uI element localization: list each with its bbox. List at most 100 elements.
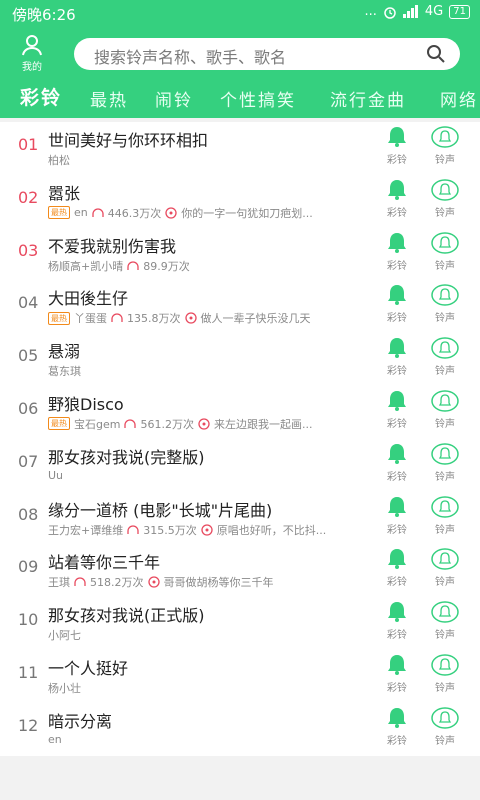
cailing-label: 彩铃 (387, 207, 407, 219)
status-icons: ... 4G 71 (364, 4, 470, 19)
ringtone-label: 铃声 (435, 524, 455, 536)
song-row[interactable]: 07 那女孩对我说(完整版) Uu 彩铃 铃声 (0, 439, 480, 492)
song-row[interactable]: 01 世间美好与你环环相扣 柏松 彩铃 铃声 (0, 122, 480, 175)
headphones-icon (127, 525, 139, 534)
set-cailing-button[interactable]: 彩铃 (380, 654, 414, 694)
search-icon[interactable] (426, 44, 446, 64)
rank-number: 10 (18, 610, 39, 630)
signal-dots: ... (364, 4, 377, 19)
set-ringtone-button[interactable]: 铃声 (428, 495, 462, 536)
ringtone-icon (430, 495, 460, 521)
rank-number: 07 (18, 451, 39, 471)
set-cailing-button[interactable]: 彩铃 (380, 232, 414, 272)
cailing-label: 彩铃 (387, 682, 407, 694)
song-row[interactable]: 03 不爱我就别伤害我 杨顺高+凯小晴 89.9万次 彩铃 铃声 (0, 228, 480, 281)
tab-popular[interactable]: 流行金曲 (330, 86, 406, 111)
artist-name: 杨顺高+凯小晴 (48, 259, 124, 273)
set-ringtone-button[interactable]: 铃声 (428, 390, 462, 430)
play-count: 315.5万次 (143, 523, 197, 537)
song-meta: 杨小壮 (48, 680, 360, 696)
ringtone-label: 铃声 (435, 260, 455, 272)
song-title: 一个人挺好 (48, 658, 129, 678)
set-ringtone-button[interactable]: 铃声 (428, 654, 462, 694)
rank-number: 11 (18, 662, 39, 682)
artist-name: 葛东琪 (48, 365, 81, 379)
app-header: 我的 搜索铃声名称、歌手、歌名 彩铃 最热 闹铃 个性搞笑 流行金曲 网络 (0, 26, 480, 118)
status-bar: 傍晚6:26 ... 4G 71 (0, 0, 480, 26)
song-row[interactable]: 12 暗示分离 en 彩铃 铃声 (0, 703, 480, 756)
headphones-icon (111, 313, 123, 323)
set-ringtone-button[interactable]: 铃声 (428, 601, 462, 641)
song-title: 站着等你三千年 (48, 553, 161, 573)
set-ringtone-button[interactable]: 铃声 (428, 231, 462, 272)
ringtone-label: 铃声 (435, 471, 455, 483)
headphones-icon (92, 208, 104, 217)
set-cailing-button[interactable]: 彩铃 (380, 126, 414, 166)
song-row[interactable]: 04 大田後生仔 最热 丫蛋蛋 135.8万次 做人一辈子快乐没几天 彩铃 铃声 (0, 280, 480, 333)
song-meta: 葛东琪 (48, 363, 360, 379)
song-meta: 王琪 518.2万次 哥哥做胡杨等你三千年 (48, 574, 360, 590)
artist-name: 小阿七 (48, 629, 81, 643)
set-cailing-button[interactable]: 彩铃 (380, 284, 414, 324)
search-bar[interactable]: 搜索铃声名称、歌手、歌名 (74, 38, 460, 70)
comment-icon (165, 207, 177, 219)
song-row[interactable]: 08 缘分一道桥 (电影"长城"片尾曲) 王力宏+谭维维 315.5万次 原唱也好听… (0, 492, 480, 545)
set-cailing-button[interactable]: 彩铃 (380, 707, 414, 747)
song-row[interactable]: 05 悬溺 葛东琪 彩铃 铃声 (0, 333, 480, 386)
set-cailing-button[interactable]: 彩铃 (380, 548, 414, 588)
song-row[interactable]: 09 站着等你三千年 王琪 518.2万次 哥哥做胡杨等你三千年 彩铃 铃声 (0, 544, 480, 597)
song-row[interactable]: 10 那女孩对我说(正式版) 小阿七 彩铃 铃声 (0, 597, 480, 650)
song-row[interactable]: 02 嚣张 最热 en 446.3万次 你的一字一句犹如刀疤划... 彩铃 铃声 (0, 175, 480, 228)
set-ringtone-button[interactable]: 铃声 (428, 126, 462, 166)
tab-alarm[interactable]: 闹铃 (155, 86, 193, 111)
set-ringtone-button[interactable]: 铃声 (428, 443, 462, 483)
set-ringtone-button[interactable]: 铃声 (428, 707, 462, 747)
song-meta: 最热 宝石gem 561.2万次 来左边跟我一起画... (48, 416, 360, 432)
comment-icon (201, 523, 213, 536)
bell-icon (385, 127, 409, 151)
headphones-icon (127, 261, 139, 270)
ringtone-label: 铃声 (435, 207, 455, 219)
tab-funny[interactable]: 个性搞笑 (220, 86, 296, 111)
ringtone-icon (430, 707, 460, 732)
tab-network[interactable]: 网络 (440, 86, 478, 111)
my-profile-button[interactable]: 我的 (14, 34, 50, 73)
set-ringtone-button[interactable]: 铃声 (428, 179, 462, 219)
set-ringtone-button[interactable]: 铃声 (428, 284, 462, 324)
set-cailing-button[interactable]: 彩铃 (380, 601, 414, 641)
ringtone-label: 铃声 (435, 418, 455, 430)
ringtone-label: 铃声 (435, 577, 455, 589)
song-meta: 杨顺高+凯小晴 89.9万次 (48, 258, 360, 274)
set-cailing-button[interactable]: 彩铃 (380, 179, 414, 219)
set-cailing-button[interactable]: 彩铃 (380, 496, 414, 536)
ringtone-icon (430, 548, 460, 573)
ringtone-icon (430, 443, 460, 468)
set-ringtone-button[interactable]: 铃声 (428, 337, 462, 377)
comment-text: 来左边跟我一起画... (213, 417, 313, 431)
ringtone-icon (430, 601, 460, 626)
song-row[interactable]: 06 野狼Disco 最热 宝石gem 561.2万次 来左边跟我一起画... 彩铃 … (0, 386, 480, 439)
cailing-label: 彩铃 (387, 471, 407, 483)
song-meta: 最热 丫蛋蛋 135.8万次 做人一辈子快乐没几天 (48, 310, 360, 326)
song-meta: 小阿七 (48, 627, 360, 643)
ringtone-icon (430, 231, 460, 257)
tab-cailing[interactable]: 彩铃 (20, 83, 62, 110)
set-cailing-button[interactable]: 彩铃 (380, 390, 414, 430)
song-title: 那女孩对我说(正式版) (48, 606, 205, 626)
set-cailing-button[interactable]: 彩铃 (380, 443, 414, 483)
set-ringtone-button[interactable]: 铃声 (428, 548, 462, 588)
song-row[interactable]: 11 一个人挺好 杨小壮 彩铃 铃声 (0, 650, 480, 703)
tab-hottest[interactable]: 最热 (90, 86, 128, 111)
set-cailing-button[interactable]: 彩铃 (380, 337, 414, 377)
artist-name: 丫蛋蛋 (74, 312, 107, 326)
song-meta: 柏松 (48, 152, 360, 168)
bell-icon (385, 390, 409, 415)
battery-icon: 71 (449, 4, 470, 19)
ringtone-icon (430, 390, 460, 415)
cailing-label: 彩铃 (387, 735, 407, 747)
song-title: 大田後生仔 (48, 289, 129, 309)
cailing-label: 彩铃 (387, 260, 407, 272)
signal-icon (402, 5, 418, 18)
ringtone-label: 铃声 (435, 313, 455, 325)
cailing-label: 彩铃 (387, 155, 407, 166)
